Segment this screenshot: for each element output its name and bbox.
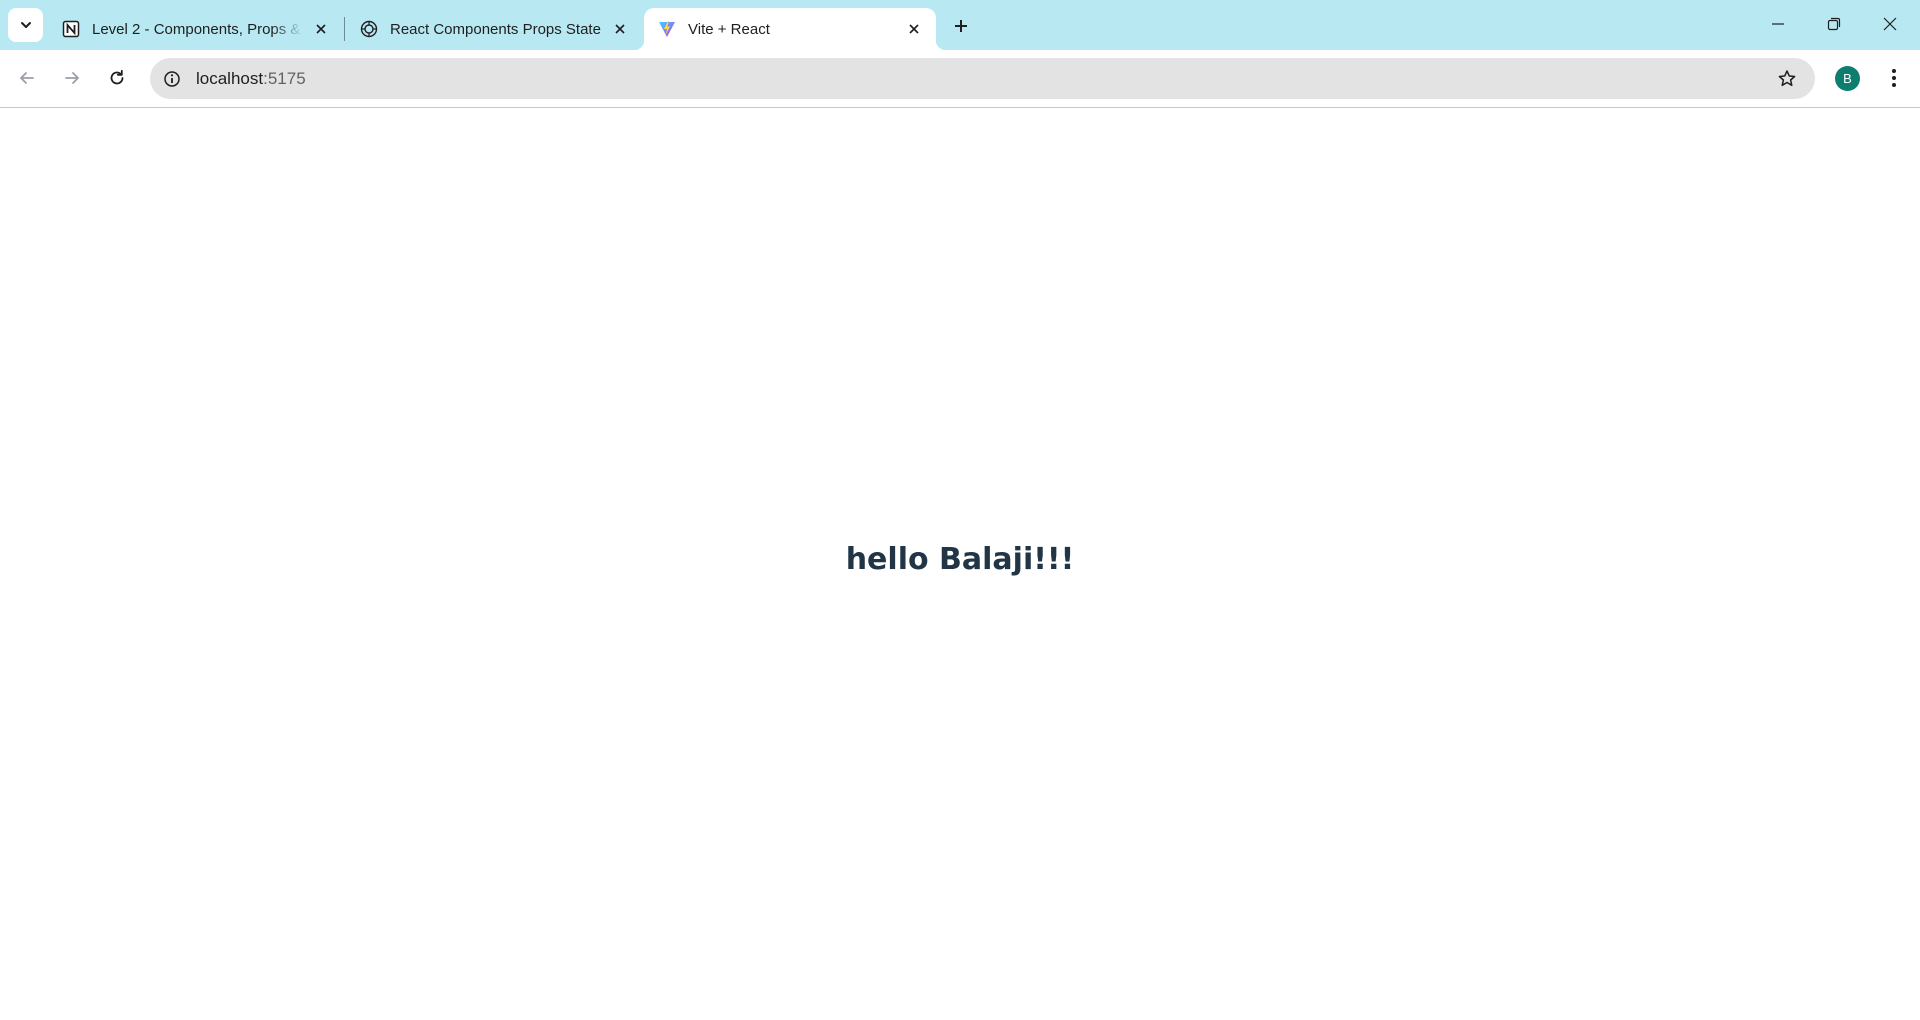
site-info-icon[interactable]: [158, 65, 186, 93]
close-icon[interactable]: [902, 17, 926, 41]
close-icon[interactable]: [309, 17, 333, 41]
tab-title: React Components Props State: [390, 20, 601, 38]
reload-button[interactable]: [99, 60, 135, 96]
minimize-button[interactable]: [1750, 0, 1806, 48]
chatgpt-icon: [360, 20, 378, 38]
reload-icon: [110, 69, 124, 85]
vite-icon: [658, 20, 676, 38]
tab-separator: [344, 17, 345, 41]
tab-vite-react[interactable]: Vite + React: [634, 8, 946, 50]
more-menu-button[interactable]: [1878, 62, 1910, 94]
tab-title: Level 2 - Components, Props & State: [92, 20, 303, 38]
page-viewport: hello Balaji!!!: [0, 108, 1920, 1020]
plus-icon: [955, 20, 967, 32]
chevron-down-icon: [20, 22, 31, 28]
url-port: :5175: [263, 68, 306, 88]
close-icon: [1883, 17, 1897, 31]
forward-button[interactable]: [54, 60, 90, 96]
close-icon[interactable]: [608, 17, 632, 41]
tab-strip: Level 2 - Components, Props & State Reac…: [0, 0, 1920, 50]
tab-search-button[interactable]: [8, 8, 43, 42]
restore-button[interactable]: [1806, 0, 1862, 48]
tab-level-2[interactable]: Level 2 - Components, Props & State: [48, 8, 343, 50]
tab-title: Vite + React: [688, 20, 770, 38]
browser-toolbar: localhost:5175 B: [0, 50, 1920, 108]
url-text[interactable]: localhost:5175: [196, 69, 1771, 89]
back-button[interactable]: [9, 60, 45, 96]
close-window-button[interactable]: [1862, 0, 1918, 48]
avatar[interactable]: B: [1835, 66, 1860, 91]
new-tab-button[interactable]: [945, 10, 977, 42]
address-bar[interactable]: localhost:5175: [150, 58, 1815, 99]
bookmark-star-icon[interactable]: [1771, 63, 1803, 95]
arrow-left-icon: [20, 72, 34, 84]
notion-icon: [62, 20, 80, 38]
page-heading: hello Balaji!!!: [845, 542, 1075, 577]
restore-icon: [1827, 17, 1841, 31]
more-vertical-icon: [1892, 69, 1896, 87]
arrow-right-icon: [65, 72, 79, 84]
minimize-icon: [1772, 23, 1784, 25]
tab-react-components[interactable]: React Components Props State: [346, 8, 642, 50]
url-host: localhost: [196, 68, 264, 88]
